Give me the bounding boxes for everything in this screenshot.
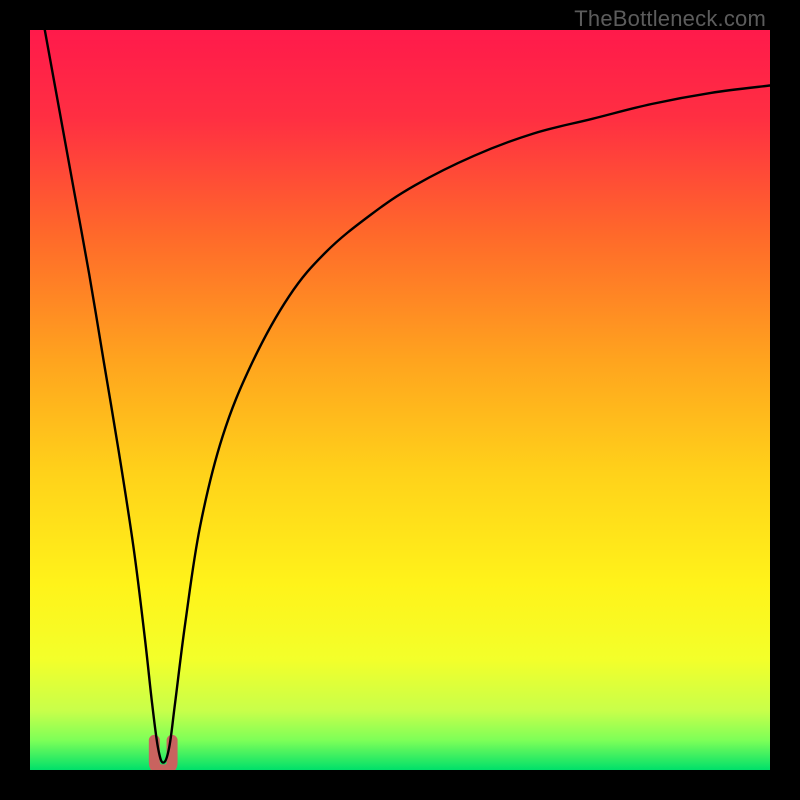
outer-frame: TheBottleneck.com	[0, 0, 800, 800]
watermark-text: TheBottleneck.com	[574, 6, 766, 32]
plot-area	[30, 30, 770, 770]
curve-layer	[30, 30, 770, 770]
bottleneck-curve	[45, 30, 770, 763]
